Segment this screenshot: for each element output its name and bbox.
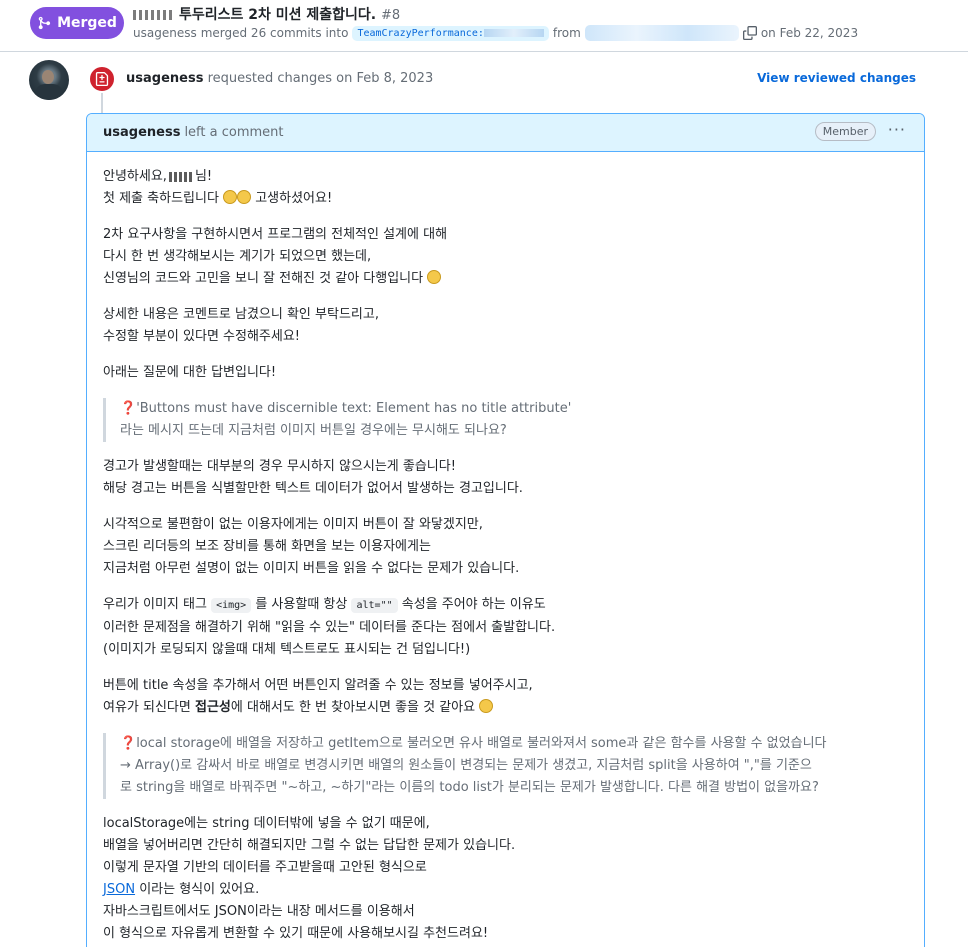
blockquote-question-2: ❓local storage에 배열을 저장하고 getItem으로 불러오면 … — [103, 733, 908, 799]
greeting-prefix: 안녕하세요, — [103, 169, 167, 184]
pr-from-text: from — [552, 26, 581, 40]
paragraph-answer-4: 버튼에 title 속성을 추가해서 어떤 버튼인지 알려줄 수 있는 정보를 … — [103, 675, 908, 719]
paragraph-answers-intro: 아래는 질문에 대한 답변입니다! — [103, 362, 908, 384]
text-line: 지금처럼 아무런 설명이 없는 이미지 버튼을 읽을 수 없다는 문제가 있습니… — [103, 561, 520, 576]
quote-line: 'Buttons must have discernible text: Ele… — [136, 401, 572, 416]
blockquote-question-1: ❓'Buttons must have discernible text: El… — [103, 398, 908, 442]
head-branch[interactable] — [584, 25, 739, 41]
avatar[interactable] — [29, 60, 69, 100]
pr-header: Merged 투두리스트 2차 미션 제출합니다. #8 usageness m… — [0, 0, 968, 52]
quote-line: 라는 메시지 뜨는데 지금처럼 이미지 버튼일 경우에는 무시해도 되나요? — [120, 423, 507, 438]
paragraph-answer-5: localStorage에는 string 데이터밖에 넣을 수 없기 때문에,… — [103, 813, 908, 945]
review-comment: usageness left a comment Member ··· 안녕하세… — [86, 113, 925, 947]
kebab-icon[interactable]: ··· — [888, 120, 906, 139]
pr-title: 투두리스트 2차 미션 제출합니다. #8 — [133, 4, 400, 24]
paragraph-answer-3: 우리가 이미지 태그 <img> 를 사용할때 항상 alt="" 속성을 주어… — [103, 594, 908, 661]
grin-emoji-icon — [427, 270, 442, 284]
text-line: 를 사용할때 항상 — [255, 597, 348, 612]
comment-author[interactable]: usageness — [103, 125, 180, 140]
code-img-tag: <img> — [211, 598, 252, 613]
question-mark-icon: ❓ — [120, 401, 137, 416]
question-mark-icon: ❓ — [120, 736, 137, 751]
pr-merged-text: merged 26 commits into — [200, 26, 349, 40]
comment-body: 안녕하세요, 님! 첫 제출 축하드립니다 고생하셨어요! 2차 요구사항을 구현… — [87, 152, 924, 945]
text-line: 아래는 질문에 대한 답변입니다! — [103, 365, 277, 380]
redacted-branch — [483, 28, 544, 37]
comment-header: usageness left a comment Member ··· — [87, 114, 924, 152]
paragraph-greeting: 안녕하세요, 님! 첫 제출 축하드립니다 고생하셨어요! — [103, 166, 908, 210]
paragraph-details: 상세한 내용은 코멘트로 남겼으니 확인 부탁드리고, 수정할 부분이 있다면 … — [103, 304, 908, 348]
text-line: 수정할 부분이 있다면 수정해주세요! — [103, 329, 301, 344]
text-line: 이라는 형식이 있어요. — [139, 882, 260, 897]
copy-icon[interactable] — [742, 26, 757, 40]
reviewer-name[interactable]: usageness — [126, 71, 203, 86]
review-action: requested changes on Feb 8, 2023 — [207, 71, 434, 86]
file-diff-icon — [88, 65, 116, 93]
text-line: 여유가 되신다면 — [103, 700, 191, 715]
quote-line: local storage에 배열을 저장하고 getItem으로 불러오면 유… — [136, 736, 827, 751]
pr-meta: usageness merged 26 commits into TeamCra… — [133, 25, 858, 41]
comment-action: left a comment — [184, 125, 284, 140]
text-line: 버튼에 title 속성을 추가해서 어떤 버튼인지 알려줄 수 있는 정보를 … — [103, 678, 533, 693]
text-line: 이 형식으로 자유롭게 변환할 수 있기 때문에 사용해보시길 추천드려요! — [103, 926, 489, 941]
text-line: 다시 한 번 생각해보시는 계기가 되었으면 했는데, — [103, 249, 372, 264]
text-line: 배열을 넣어버리면 간단히 해결되지만 그럴 수 없는 답답한 문제가 있습니다… — [103, 838, 516, 853]
json-link[interactable]: JSON — [103, 882, 135, 897]
text-line: 2차 요구사항을 구현하시면서 프로그램의 전체적인 설계에 대해 — [103, 227, 448, 242]
merged-status-badge: Merged — [30, 7, 124, 39]
greeting-suffix: 님! — [194, 169, 213, 184]
text-line: 속성을 주어야 하는 이유도 — [401, 597, 546, 612]
paragraph-answer-2: 시각적으로 불편함이 없는 이용자에게는 이미지 버튼이 잘 와닿겠지만, 스크… — [103, 514, 908, 580]
pr-number: #8 — [381, 8, 401, 23]
text-line: 이렇게 문자열 기반의 데이터를 주고받을때 고안된 형식으로 — [103, 860, 427, 875]
text-line: 경고가 발생할때는 대부분의 경우 무시하지 않으시는게 좋습니다! — [103, 459, 456, 474]
code-alt-attr: alt="" — [351, 598, 398, 613]
pr-merge-date: on Feb 22, 2023 — [760, 26, 859, 40]
text-line: 에 대해서도 한 번 찾아보시면 좋을 것 같아요 — [230, 700, 476, 715]
base-branch[interactable]: TeamCrazyPerformance: — [352, 25, 549, 41]
text-line: 시각적으로 불편함이 없는 이용자에게는 이미지 버튼이 잘 와닿겠지만, — [103, 517, 483, 532]
view-reviewed-changes-link[interactable]: View reviewed changes — [757, 71, 916, 85]
paragraph-answer-1: 경고가 발생할때는 대부분의 경우 무시하지 않으시는게 좋습니다! 해당 경고… — [103, 456, 908, 500]
text-line: localStorage에는 string 데이터밖에 넣을 수 없기 때문에, — [103, 816, 430, 831]
clap-emoji-icon — [237, 190, 252, 204]
review-summary: usageness requested changes on Feb 8, 20… — [126, 71, 433, 86]
pr-author[interactable]: usageness — [133, 26, 197, 40]
member-badge: Member — [814, 122, 876, 141]
text-line: 해당 경고는 버튼을 식별할만한 텍스트 데이터가 없어서 발생하는 경고입니다… — [103, 481, 523, 496]
paragraph-design: 2차 요구사항을 구현하시면서 프로그램의 전체적인 설계에 대해 다시 한 번… — [103, 224, 908, 290]
quote-line: 로 string을 배열로 바꿔주면 "~하고, ~하기"라는 이름의 todo… — [120, 780, 819, 795]
text-line: 이러한 문제점을 해결하기 위해 "읽을 수 있는" 데이터를 준다는 점에서 … — [103, 620, 556, 635]
pr-title-text: 투두리스트 2차 미션 제출합니다. — [179, 7, 377, 23]
congrats-text-2: 고생하셨어요! — [255, 191, 333, 206]
congrats-text: 첫 제출 축하드립니다 — [103, 191, 219, 206]
redacted-name — [168, 171, 193, 182]
merge-icon — [38, 16, 51, 30]
smile-emoji-icon — [479, 699, 494, 713]
text-line: 우리가 이미지 태그 — [103, 597, 207, 612]
bold-accessibility: 접근성 — [195, 700, 231, 715]
base-branch-prefix: TeamCrazyPerformance: — [357, 27, 484, 39]
text-line: 상세한 내용은 코멘트로 남겼으니 확인 부탁드리고, — [103, 307, 379, 322]
redacted-name — [133, 10, 173, 20]
text-line: (이미지가 로딩되지 않을때 대체 텍스트로도 표시되는 건 덤입니다!) — [103, 642, 471, 657]
text-line: 신영님의 코드와 고민을 보니 잘 전해진 것 같아 다행입니다 — [103, 271, 424, 286]
quote-line: → Array()로 감싸서 바로 배열로 변경시키면 배열의 원소들이 변경되… — [120, 758, 812, 773]
text-line: 자바스크립트에서도 JSON이라는 내장 메서드를 이용해서 — [103, 904, 415, 919]
clap-emoji-icon — [223, 190, 238, 204]
text-line: 스크린 리더등의 보조 장비를 통해 화면을 보는 이용자에게는 — [103, 539, 431, 554]
merged-status-label: Merged — [57, 15, 117, 31]
